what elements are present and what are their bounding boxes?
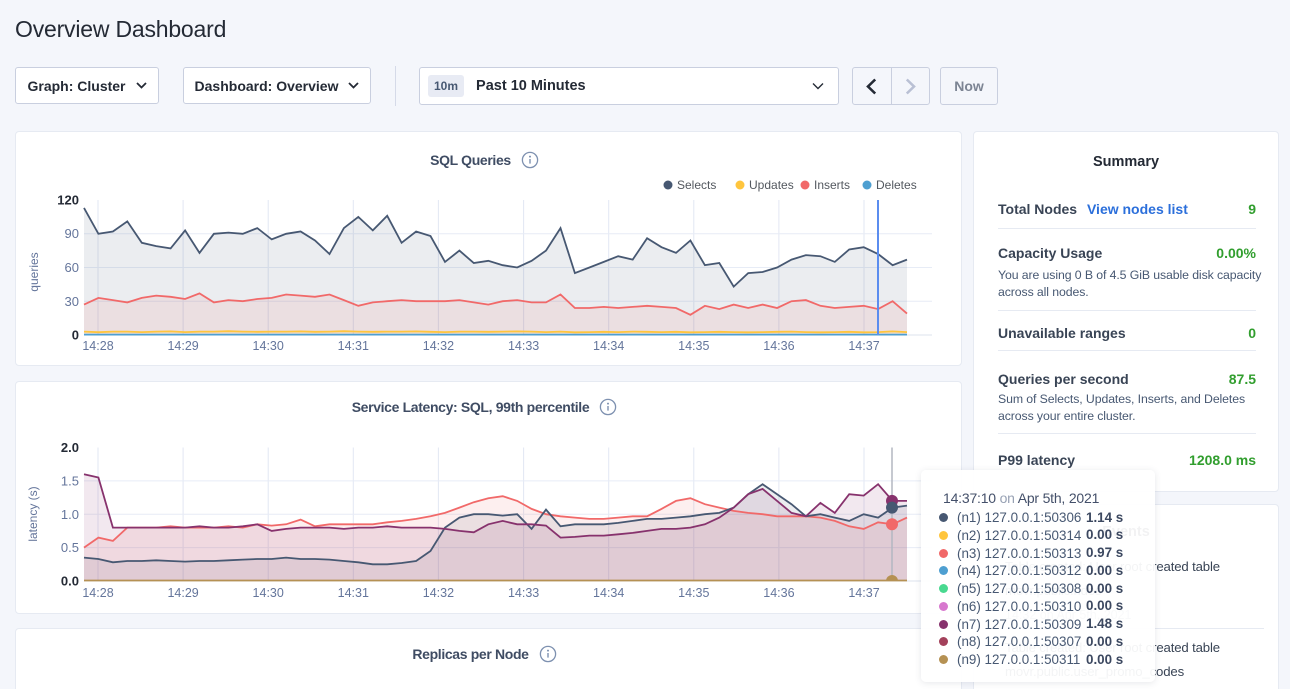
svg-text:14:35: 14:35 (678, 339, 709, 353)
svg-text:14:28: 14:28 (82, 339, 113, 353)
svg-text:Selects: Selects (677, 178, 716, 192)
svg-text:14:34: 14:34 (593, 586, 624, 600)
svg-text:14:37: 14:37 (848, 586, 879, 600)
svg-text:14:32: 14:32 (423, 586, 454, 600)
svg-text:0.0: 0.0 (61, 574, 79, 589)
svg-text:1.5: 1.5 (61, 473, 79, 488)
svg-text:14:32: 14:32 (423, 339, 454, 353)
svg-text:queries: queries (27, 252, 41, 291)
svg-text:14:36: 14:36 (763, 339, 794, 353)
svg-text:30: 30 (65, 294, 79, 309)
svg-text:Deletes: Deletes (876, 178, 917, 192)
svg-text:14:30: 14:30 (253, 339, 284, 353)
svg-text:120: 120 (57, 193, 79, 208)
svg-text:14:31: 14:31 (338, 586, 369, 600)
svg-text:1.0: 1.0 (61, 507, 79, 522)
svg-text:0.5: 0.5 (61, 540, 79, 555)
svg-text:latency (s): latency (s) (26, 486, 40, 541)
svg-text:14:30: 14:30 (253, 586, 284, 600)
svg-text:14:35: 14:35 (678, 586, 709, 600)
svg-text:Inserts: Inserts (814, 178, 850, 192)
svg-text:14:33: 14:33 (508, 586, 539, 600)
svg-text:90: 90 (65, 226, 79, 241)
svg-text:0: 0 (72, 328, 79, 343)
svg-text:14:34: 14:34 (593, 339, 624, 353)
svg-text:Updates: Updates (749, 178, 794, 192)
svg-text:14:29: 14:29 (167, 339, 198, 353)
svg-text:14:37: 14:37 (848, 339, 879, 353)
svg-text:14:28: 14:28 (82, 586, 113, 600)
svg-text:14:36: 14:36 (763, 586, 794, 600)
svg-text:14:29: 14:29 (167, 586, 198, 600)
svg-text:14:33: 14:33 (508, 339, 539, 353)
svg-text:2.0: 2.0 (61, 440, 79, 455)
svg-text:14:31: 14:31 (338, 339, 369, 353)
svg-text:60: 60 (65, 260, 79, 275)
